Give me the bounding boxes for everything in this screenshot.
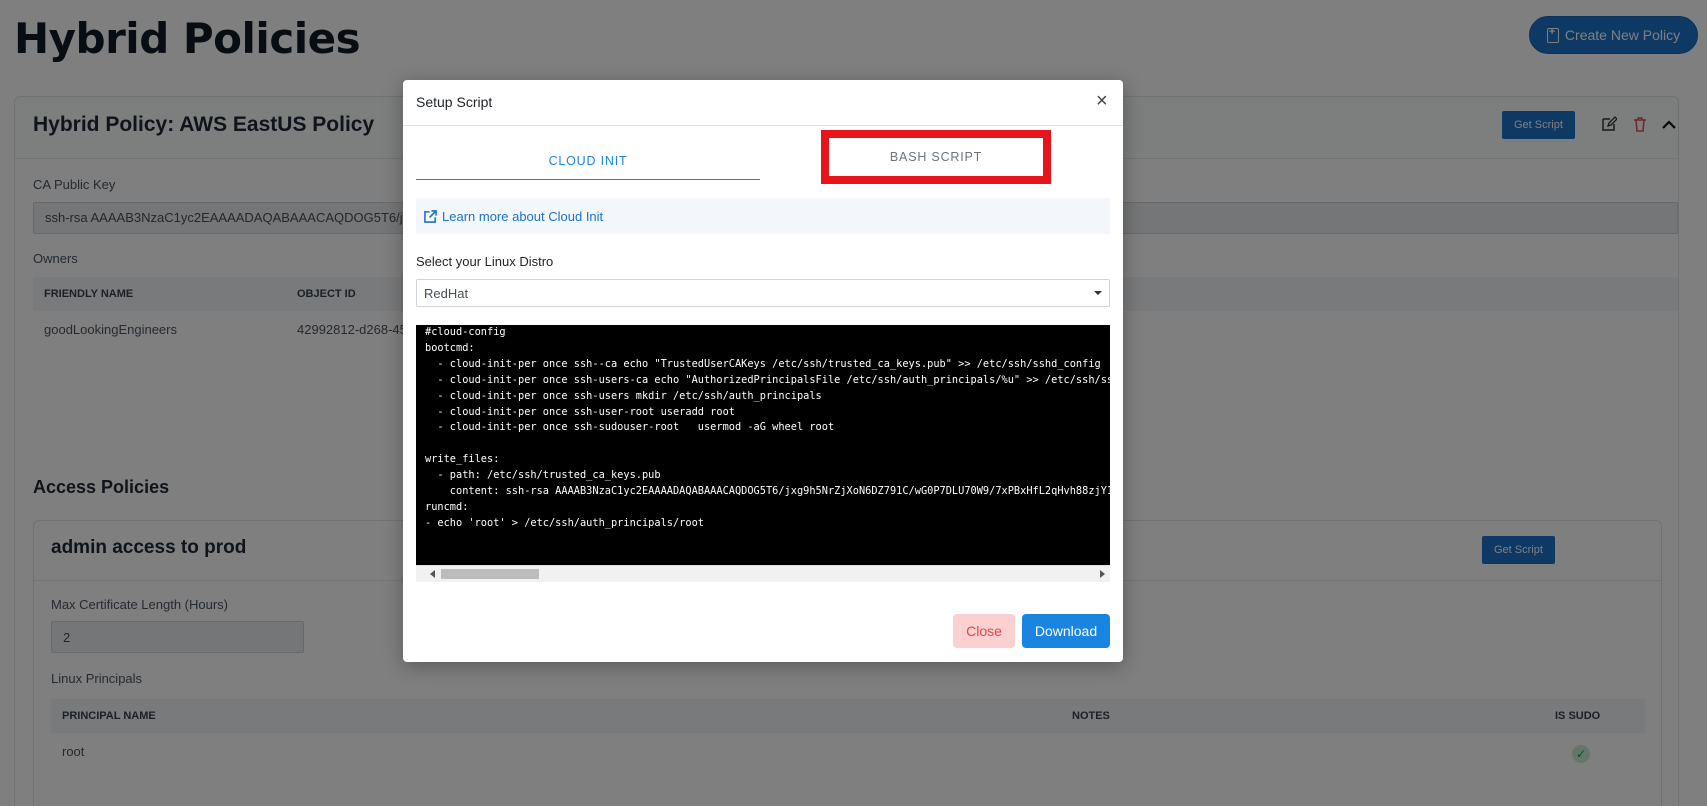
script-code: #cloud-config bootcmd: - cloud-init-per … <box>425 326 1110 529</box>
tab-cloud-init[interactable]: CLOUD INIT <box>416 142 760 180</box>
close-button[interactable]: Close <box>953 614 1015 648</box>
modal-header: Setup Script × <box>403 80 1123 126</box>
script-code-box[interactable]: #cloud-config bootcmd: - cloud-init-per … <box>416 325 1110 582</box>
close-icon[interactable]: × <box>1096 91 1108 111</box>
horizontal-scrollbar[interactable] <box>416 565 1110 582</box>
chevron-down-icon <box>1094 291 1102 295</box>
scrollbar-thumb[interactable] <box>441 569 539 579</box>
modal-title: Setup Script <box>416 94 493 110</box>
scroll-left-icon[interactable] <box>430 570 435 578</box>
distro-label: Select your Linux Distro <box>416 254 554 269</box>
setup-script-modal: Setup Script × CLOUD INIT BASH SCRIPT Le… <box>403 80 1123 662</box>
distro-select[interactable]: RedHat <box>416 279 1110 307</box>
learn-more-label: Learn more about Cloud Init <box>442 208 604 224</box>
distro-selected-value: RedHat <box>424 286 469 301</box>
tab-bash-script[interactable]: BASH SCRIPT <box>821 130 1051 184</box>
external-link-icon <box>424 209 437 223</box>
download-button[interactable]: Download <box>1022 614 1110 648</box>
scroll-right-icon[interactable] <box>1100 570 1105 578</box>
learn-more-link[interactable]: Learn more about Cloud Init <box>416 198 1110 234</box>
